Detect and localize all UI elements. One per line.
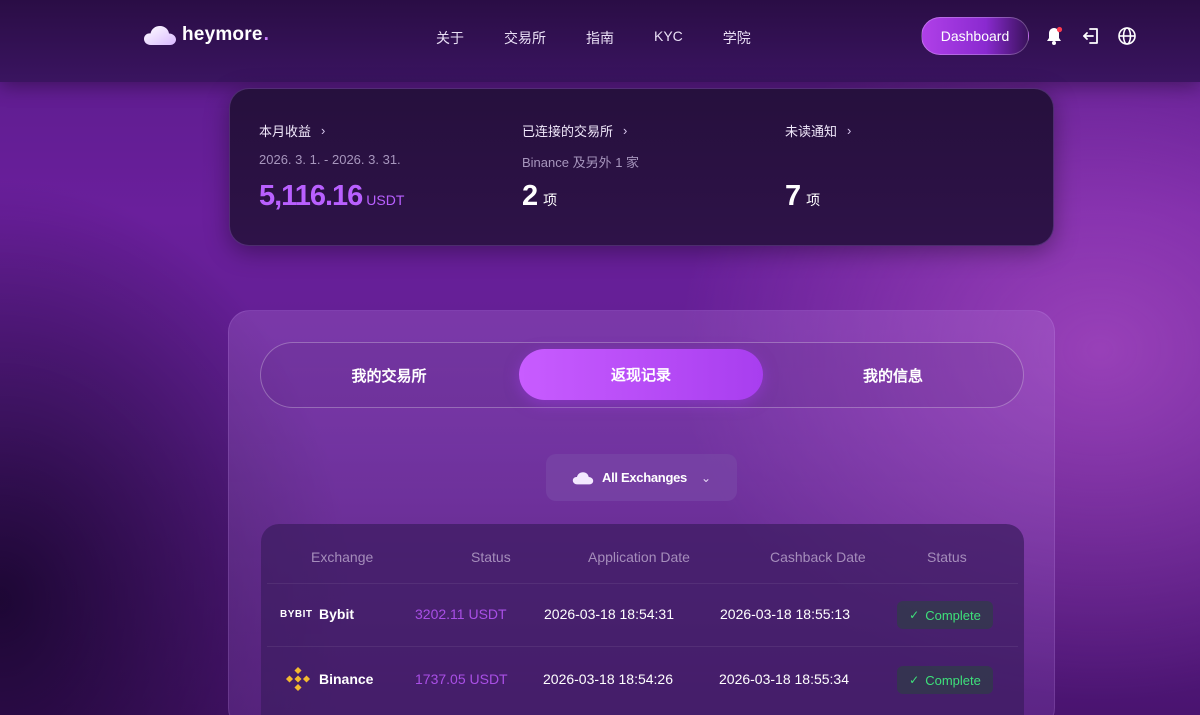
table-row[interactable]: BYBIT Bybit 3202.11 USDT 2026-03-18 18:5… <box>267 583 1018 646</box>
status-label: Complete <box>925 607 981 623</box>
notifications-title: 未读通知 <box>785 124 838 139</box>
bell-icon[interactable] <box>1043 25 1065 47</box>
nav-kyc[interactable]: KYC <box>654 28 683 48</box>
earnings-title: 本月收益 <box>259 124 312 139</box>
nav-guide[interactable]: 指南 <box>586 28 614 48</box>
check-icon: ✓ <box>909 673 920 687</box>
exchanges-unit: 项 <box>543 192 558 208</box>
col-status: Status <box>927 549 967 565</box>
cashback-table: Exchange Status Application Date Cashbac… <box>261 524 1024 715</box>
cloud-icon <box>572 471 594 484</box>
nav-exchanges[interactable]: 交易所 <box>504 28 546 48</box>
cashback-amount: 1737.05 USDT <box>415 671 508 687</box>
exchanges-sub: Binance 及另外 1 家 <box>522 155 640 170</box>
connected-exchanges-stat[interactable]: 已连接的交易所 › Binance 及另外 1 家 2 项 <box>522 121 639 213</box>
tab-cashback-records[interactable]: 返现记录 <box>519 349 763 400</box>
binance-logo-icon <box>285 666 311 695</box>
main-panel: 我的交易所 返现记录 我的信息 All Exchanges ⌄ Exchange… <box>228 310 1055 715</box>
status-badge: ✓ Complete <box>897 666 993 694</box>
logo-text: heymore <box>182 24 263 45</box>
exchange-filter-dropdown[interactable]: All Exchanges ⌄ <box>546 454 737 501</box>
cloud-logo-icon <box>144 26 176 45</box>
earnings-period: 2026. 3. 1. - 2026. 3. 31. <box>259 152 401 167</box>
exchanges-title: 已连接的交易所 <box>522 124 614 139</box>
application-date: 2026-03-18 18:54:31 <box>544 606 674 622</box>
top-header: heymore . 关于 交易所 指南 KYC 学院 Dashboard <box>0 0 1200 82</box>
logo-dot: . <box>263 24 269 45</box>
exchanges-value: 2 <box>522 180 539 212</box>
chevron-right-icon: › <box>847 123 852 138</box>
application-date: 2026-03-18 18:54:26 <box>543 671 673 687</box>
filter-label: All Exchanges <box>601 470 687 485</box>
exchange-name: Bybit <box>319 606 354 622</box>
table-row[interactable]: Binance 1737.05 USDT 2026-03-18 18:54:26… <box>267 646 1018 709</box>
status-label: Complete <box>925 672 981 688</box>
cashback-amount: 3202.11 USDT <box>415 606 507 622</box>
check-icon: ✓ <box>909 608 920 622</box>
earnings-unit: USDT <box>366 192 405 208</box>
stats-card: 本月收益 › 2026. 3. 1. - 2026. 3. 31. 5,116.… <box>229 88 1054 246</box>
table-header: Exchange Status Application Date Cashbac… <box>261 524 1024 584</box>
bybit-logo: BYBIT <box>280 609 313 620</box>
chevron-right-icon: › <box>623 123 628 138</box>
dashboard-button[interactable]: Dashboard <box>921 17 1029 55</box>
chevron-down-icon: ⌄ <box>700 470 712 485</box>
cashback-date: 2026-03-18 18:55:34 <box>719 671 849 687</box>
main-nav: 关于 交易所 指南 KYC 学院 <box>436 28 751 48</box>
col-cashback-date: Cashback Date <box>770 549 866 565</box>
notifications-value: 7 <box>785 180 802 212</box>
earnings-value: 5,116.16 <box>259 180 363 212</box>
unread-notifications-stat[interactable]: 未读通知 › 7 项 <box>785 121 851 213</box>
nav-about[interactable]: 关于 <box>436 28 464 48</box>
globe-icon[interactable] <box>1116 25 1138 47</box>
chevron-right-icon: › <box>321 123 326 138</box>
monthly-earnings-stat[interactable]: 本月收益 › 2026. 3. 1. - 2026. 3. 31. 5,116.… <box>259 121 404 213</box>
notifications-unit: 项 <box>806 192 821 208</box>
nav-academy[interactable]: 学院 <box>723 28 751 48</box>
exchange-name: Binance <box>319 671 374 687</box>
col-exchange: Exchange <box>311 549 374 565</box>
status-badge: ✓ Complete <box>897 601 993 629</box>
col-amount-status: Status <box>471 549 511 565</box>
heymore-logo[interactable]: heymore . <box>143 24 269 46</box>
tab-my-exchanges[interactable]: 我的交易所 <box>261 343 517 407</box>
tab-bar: 我的交易所 返现记录 我的信息 <box>260 342 1024 408</box>
tab-my-info[interactable]: 我的信息 <box>765 343 1021 407</box>
cashback-date: 2026-03-18 18:55:13 <box>720 606 850 622</box>
col-application-date: Application Date <box>588 549 690 565</box>
logout-icon[interactable] <box>1080 25 1102 47</box>
